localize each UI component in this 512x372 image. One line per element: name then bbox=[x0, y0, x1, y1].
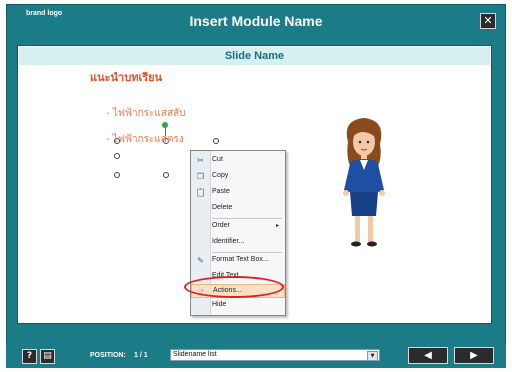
menu-item-label: Order bbox=[212, 222, 230, 229]
slide-list-select[interactable]: Slidename list ▼ bbox=[170, 349, 380, 361]
menu-item-label: Paste bbox=[212, 188, 230, 195]
resize-handle-ml[interactable] bbox=[114, 153, 120, 159]
menu-item-label: Format Text Box... bbox=[212, 256, 269, 263]
menu-item-label: Copy bbox=[212, 172, 229, 179]
menu-item-paste[interactable]: 📋 Paste bbox=[191, 186, 285, 200]
rotation-handle[interactable] bbox=[162, 122, 168, 128]
menu-item-label: Delete bbox=[212, 204, 233, 211]
slide-list-value: Slidename list bbox=[173, 351, 217, 358]
menu-separator bbox=[212, 218, 282, 219]
slide-name-bar: Slide Name bbox=[19, 47, 490, 65]
menu-item-label: Cut bbox=[212, 156, 223, 163]
copy-icon: ❐ bbox=[196, 172, 205, 181]
menu-item-label: Identifier... bbox=[212, 238, 245, 245]
previous-slide-button[interactable]: ◀ bbox=[408, 347, 448, 364]
next-slide-button[interactable]: ▶ bbox=[454, 347, 494, 364]
notes-button[interactable]: ▤ bbox=[40, 349, 55, 364]
presenter-character bbox=[343, 118, 385, 247]
menu-item-format-text-box[interactable]: ✎ Format Text Box... bbox=[191, 254, 285, 268]
resize-handle-tr[interactable] bbox=[213, 138, 219, 144]
position-label: POSITION: bbox=[90, 352, 126, 359]
menu-item-cut[interactable]: ✂ Cut bbox=[191, 154, 285, 168]
resize-handle-bm[interactable] bbox=[163, 172, 169, 178]
help-button[interactable]: ? bbox=[22, 349, 37, 364]
submenu-arrow-icon: ▸ bbox=[275, 222, 279, 229]
paste-icon: 📋 bbox=[195, 188, 206, 197]
slide-thai-title[interactable]: แนะนำบทเรียน bbox=[90, 68, 162, 86]
menu-item-label: Hide bbox=[212, 301, 227, 308]
position-value: 1 / 1 bbox=[134, 352, 148, 359]
chevron-down-icon[interactable]: ▼ bbox=[367, 351, 378, 361]
module-title: Insert Module Name bbox=[189, 13, 323, 29]
menu-item-delete[interactable]: Delete bbox=[191, 202, 285, 216]
menu-item-hide[interactable]: Hide bbox=[191, 299, 285, 313]
close-button[interactable]: ✕ bbox=[480, 13, 496, 29]
slide-bullet-1[interactable]: - ไฟฟ้ากระแสสลับ bbox=[106, 106, 186, 121]
resize-handle-bl[interactable] bbox=[114, 172, 120, 178]
highlight-ring bbox=[184, 276, 284, 298]
menu-item-identifier[interactable]: Identifier... bbox=[191, 236, 285, 250]
format-icon: ✎ bbox=[197, 256, 204, 265]
scissors-icon: ✂ bbox=[197, 156, 204, 165]
slide-bullet-2[interactable]: - ไฟฟ้ากระแสตรง bbox=[106, 132, 184, 147]
menu-item-copy[interactable]: ❐ Copy bbox=[191, 170, 285, 184]
menu-item-order[interactable]: Order ▸ bbox=[191, 220, 285, 234]
menu-separator bbox=[212, 252, 282, 253]
